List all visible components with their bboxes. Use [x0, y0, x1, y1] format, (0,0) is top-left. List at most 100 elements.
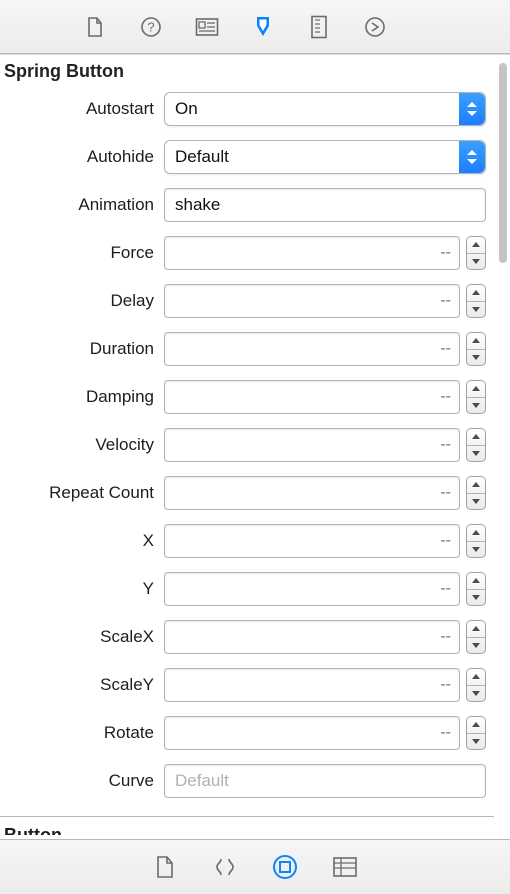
- label-autohide: Autohide: [8, 147, 156, 167]
- dropdown-value: On: [175, 99, 198, 119]
- input-scalex[interactable]: [164, 620, 460, 654]
- prop-duration: Duration: [8, 332, 486, 366]
- input-y[interactable]: [164, 572, 460, 606]
- input-velocity[interactable]: [164, 428, 460, 462]
- prop-force: Force: [8, 236, 486, 270]
- stepper-down-icon[interactable]: [467, 253, 485, 270]
- prop-delay: Delay: [8, 284, 486, 318]
- inspector-main: Spring Button Autostart On Autohide Defa…: [0, 54, 510, 839]
- library-tab-bar: [0, 839, 510, 894]
- dropdown-autostart[interactable]: On: [164, 92, 486, 126]
- scrollbar-thumb[interactable]: [499, 63, 507, 263]
- stepper-rotate[interactable]: [466, 716, 486, 750]
- prop-rotate: Rotate: [8, 716, 486, 750]
- input-delay[interactable]: [164, 284, 460, 318]
- label-delay: Delay: [8, 291, 156, 311]
- tab-attributes-icon[interactable]: [250, 14, 276, 40]
- stepper-duration[interactable]: [466, 332, 486, 366]
- label-rotate: Rotate: [8, 723, 156, 743]
- stepper-up-icon[interactable]: [467, 573, 485, 589]
- prop-autohide: Autohide Default: [8, 140, 486, 174]
- label-y: Y: [8, 579, 156, 599]
- label-repeatcount: Repeat Count: [8, 483, 156, 503]
- stepper-down-icon[interactable]: [467, 589, 485, 606]
- label-scaley: ScaleY: [8, 675, 156, 695]
- prop-x: X: [8, 524, 486, 558]
- label-animation: Animation: [8, 195, 156, 215]
- next-section-header: Button: [0, 817, 494, 835]
- prop-damping: Damping: [8, 380, 486, 414]
- bottom-library-icon[interactable]: [332, 854, 358, 880]
- stepper-down-icon[interactable]: [467, 397, 485, 414]
- prop-animation: Animation: [8, 188, 486, 222]
- input-force[interactable]: [164, 236, 460, 270]
- stepper-down-icon[interactable]: [467, 445, 485, 462]
- stepper-down-icon[interactable]: [467, 349, 485, 366]
- bottom-file-icon[interactable]: [152, 854, 178, 880]
- prop-velocity: Velocity: [8, 428, 486, 462]
- stepper-velocity[interactable]: [466, 428, 486, 462]
- properties-list: Autostart On Autohide Default Animation: [0, 92, 494, 808]
- prop-scaley: ScaleY: [8, 668, 486, 702]
- stepper-up-icon[interactable]: [467, 477, 485, 493]
- tab-identity-icon[interactable]: [194, 14, 220, 40]
- tab-connections-icon[interactable]: [362, 14, 388, 40]
- svg-text:?: ?: [147, 19, 154, 34]
- inspector-tab-bar: ?: [0, 0, 510, 54]
- prop-scalex: ScaleX: [8, 620, 486, 654]
- tab-help-icon[interactable]: ?: [138, 14, 164, 40]
- label-velocity: Velocity: [8, 435, 156, 455]
- stepper-down-icon[interactable]: [467, 301, 485, 318]
- dropdown-value: Default: [175, 147, 229, 167]
- input-duration[interactable]: [164, 332, 460, 366]
- label-force: Force: [8, 243, 156, 263]
- stepper-up-icon[interactable]: [467, 381, 485, 397]
- stepper-x[interactable]: [466, 524, 486, 558]
- stepper-force[interactable]: [466, 236, 486, 270]
- stepper-up-icon[interactable]: [467, 333, 485, 349]
- stepper-down-icon[interactable]: [467, 733, 485, 750]
- label-autostart: Autostart: [8, 99, 156, 119]
- stepper-scalex[interactable]: [466, 620, 486, 654]
- input-scaley[interactable]: [164, 668, 460, 702]
- stepper-scaley[interactable]: [466, 668, 486, 702]
- stepper-down-icon[interactable]: [467, 637, 485, 654]
- label-damping: Damping: [8, 387, 156, 407]
- input-curve[interactable]: [164, 764, 486, 798]
- chevron-updown-icon: [459, 93, 485, 125]
- prop-y: Y: [8, 572, 486, 606]
- prop-curve: Curve: [8, 764, 486, 798]
- stepper-y[interactable]: [466, 572, 486, 606]
- stepper-up-icon[interactable]: [467, 525, 485, 541]
- input-x[interactable]: [164, 524, 460, 558]
- stepper-up-icon[interactable]: [467, 717, 485, 733]
- tab-file-icon[interactable]: [82, 14, 108, 40]
- bottom-code-icon[interactable]: [212, 854, 238, 880]
- stepper-down-icon[interactable]: [467, 541, 485, 558]
- input-repeatcount[interactable]: [164, 476, 460, 510]
- stepper-up-icon[interactable]: [467, 669, 485, 685]
- label-duration: Duration: [8, 339, 156, 359]
- stepper-damping[interactable]: [466, 380, 486, 414]
- tab-size-icon[interactable]: [306, 14, 332, 40]
- stepper-down-icon[interactable]: [467, 685, 485, 702]
- input-rotate[interactable]: [164, 716, 460, 750]
- stepper-delay[interactable]: [466, 284, 486, 318]
- bottom-object-icon[interactable]: [272, 854, 298, 880]
- stepper-up-icon[interactable]: [467, 285, 485, 301]
- label-x: X: [8, 531, 156, 551]
- section-header: Spring Button: [0, 55, 494, 92]
- input-animation[interactable]: [164, 188, 486, 222]
- stepper-up-icon[interactable]: [467, 621, 485, 637]
- input-damping[interactable]: [164, 380, 460, 414]
- prop-autostart: Autostart On: [8, 92, 486, 126]
- prop-repeatcount: Repeat Count: [8, 476, 486, 510]
- stepper-up-icon[interactable]: [467, 237, 485, 253]
- label-curve: Curve: [8, 771, 156, 791]
- stepper-up-icon[interactable]: [467, 429, 485, 445]
- dropdown-autohide[interactable]: Default: [164, 140, 486, 174]
- chevron-updown-icon: [459, 141, 485, 173]
- stepper-repeatcount[interactable]: [466, 476, 486, 510]
- stepper-down-icon[interactable]: [467, 493, 485, 510]
- label-scalex: ScaleX: [8, 627, 156, 647]
